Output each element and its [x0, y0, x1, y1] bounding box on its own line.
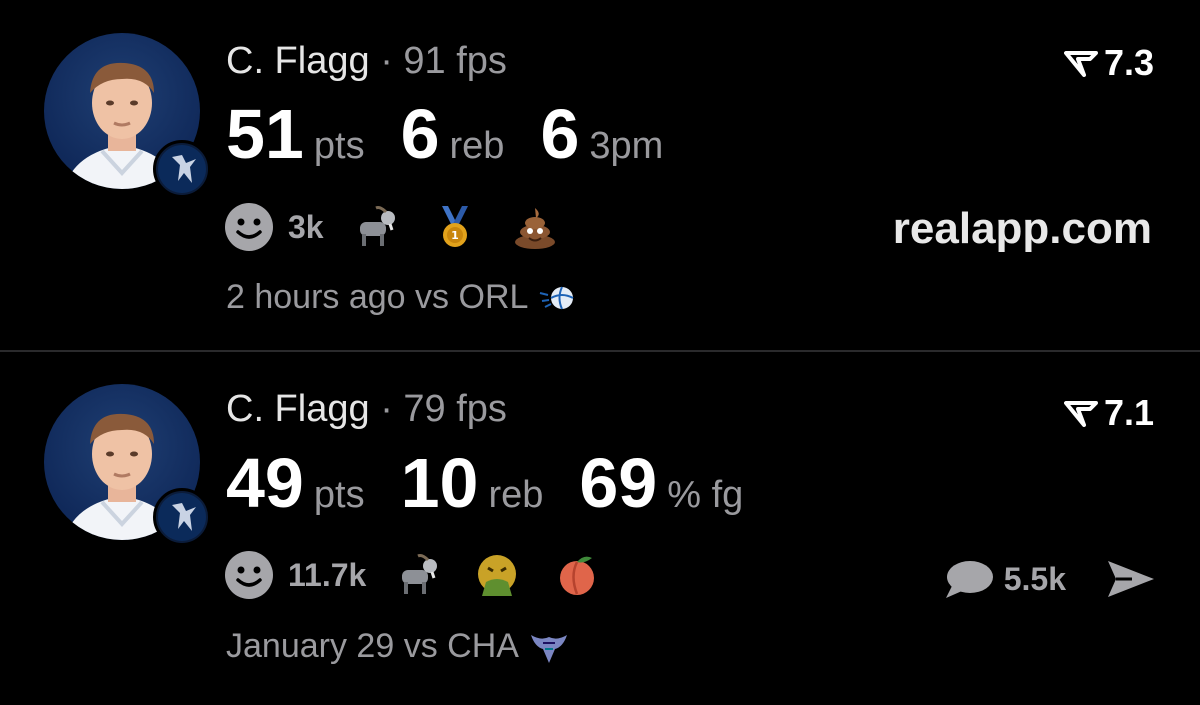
stat-value: 6 — [400, 95, 440, 173]
stat-value: 10 — [400, 444, 479, 522]
stat-unit: reb — [488, 474, 544, 516]
post-title: C. Flagg · 91 fps — [226, 40, 507, 83]
smile-reaction-icon[interactable] — [224, 202, 274, 252]
separator: · — [380, 40, 393, 82]
opponent-label: vs ORL — [415, 278, 529, 316]
post-time: January 29 — [226, 627, 395, 665]
post-card[interactable]: C. Flagg · 91 fps 7.3 51 pts 6 reb 6 3pm… — [0, 0, 1200, 350]
rating-icon — [1063, 401, 1098, 427]
reaction-bar: 11.7k — [224, 550, 634, 600]
comment-icon[interactable] — [944, 558, 994, 600]
post-title: C. Flagg · 79 fps — [226, 388, 507, 431]
reaction-count: 11.7k — [288, 556, 367, 593]
stat-value: 51 — [226, 95, 304, 173]
magic-logo-icon — [540, 286, 574, 309]
post-time: 2 hours ago — [226, 278, 406, 316]
game-meta: January 29 vs CHA — [226, 627, 569, 666]
rating-icon — [1063, 51, 1098, 77]
svg-text:1: 1 — [451, 229, 459, 242]
fps-score: 79 fps — [403, 388, 507, 430]
stat-line: 51 pts 6 reb 6 3pm — [226, 94, 699, 174]
medal-emoji[interactable]: 1 — [432, 204, 478, 250]
poop-emoji[interactable] — [512, 204, 558, 250]
share-icon[interactable] — [1106, 559, 1156, 599]
comment-count: 5.5k — [1003, 560, 1066, 597]
rating-value: 7.3 — [1103, 42, 1154, 83]
rating-badge: 7.3 — [1063, 42, 1154, 84]
fps-score: 91 fps — [403, 40, 507, 82]
mavericks-logo-icon — [153, 140, 211, 198]
separator: · — [380, 388, 393, 430]
rating-badge: 7.1 — [1063, 392, 1154, 434]
hornets-logo-icon — [530, 634, 567, 663]
goat-emoji[interactable] — [394, 552, 440, 598]
player-name[interactable]: C. Flagg — [226, 388, 370, 430]
stat-value: 49 — [226, 444, 304, 522]
site-link[interactable]: realapp.com — [893, 204, 1152, 254]
stat-value: 69 — [579, 444, 658, 522]
stat-unit: 3pm — [589, 125, 664, 167]
smile-reaction-icon[interactable] — [224, 550, 274, 600]
opponent-label: vs CHA — [403, 627, 519, 665]
stat-unit: reb — [449, 125, 505, 167]
stat-unit: % fg — [667, 474, 744, 516]
post-card[interactable]: C. Flagg · 79 fps 7.1 49 pts 10 reb 69 %… — [0, 352, 1200, 705]
mavericks-logo-icon — [153, 488, 211, 546]
game-meta: 2 hours ago vs ORL — [226, 278, 576, 317]
rating-value: 7.1 — [1103, 392, 1154, 433]
comments[interactable]: 5.5k — [944, 558, 1156, 600]
stat-value: 6 — [540, 95, 580, 173]
reaction-count: 3k — [288, 208, 324, 245]
player-name[interactable]: C. Flagg — [226, 40, 370, 82]
vomit-emoji[interactable] — [474, 552, 520, 598]
stat-unit: pts — [313, 474, 365, 516]
goat-emoji[interactable] — [352, 204, 398, 250]
stat-unit: pts — [313, 125, 365, 167]
reaction-bar: 3k 1 — [224, 202, 592, 252]
peach-emoji[interactable] — [554, 552, 600, 598]
stat-line: 49 pts 10 reb 69 % fg — [226, 443, 779, 523]
